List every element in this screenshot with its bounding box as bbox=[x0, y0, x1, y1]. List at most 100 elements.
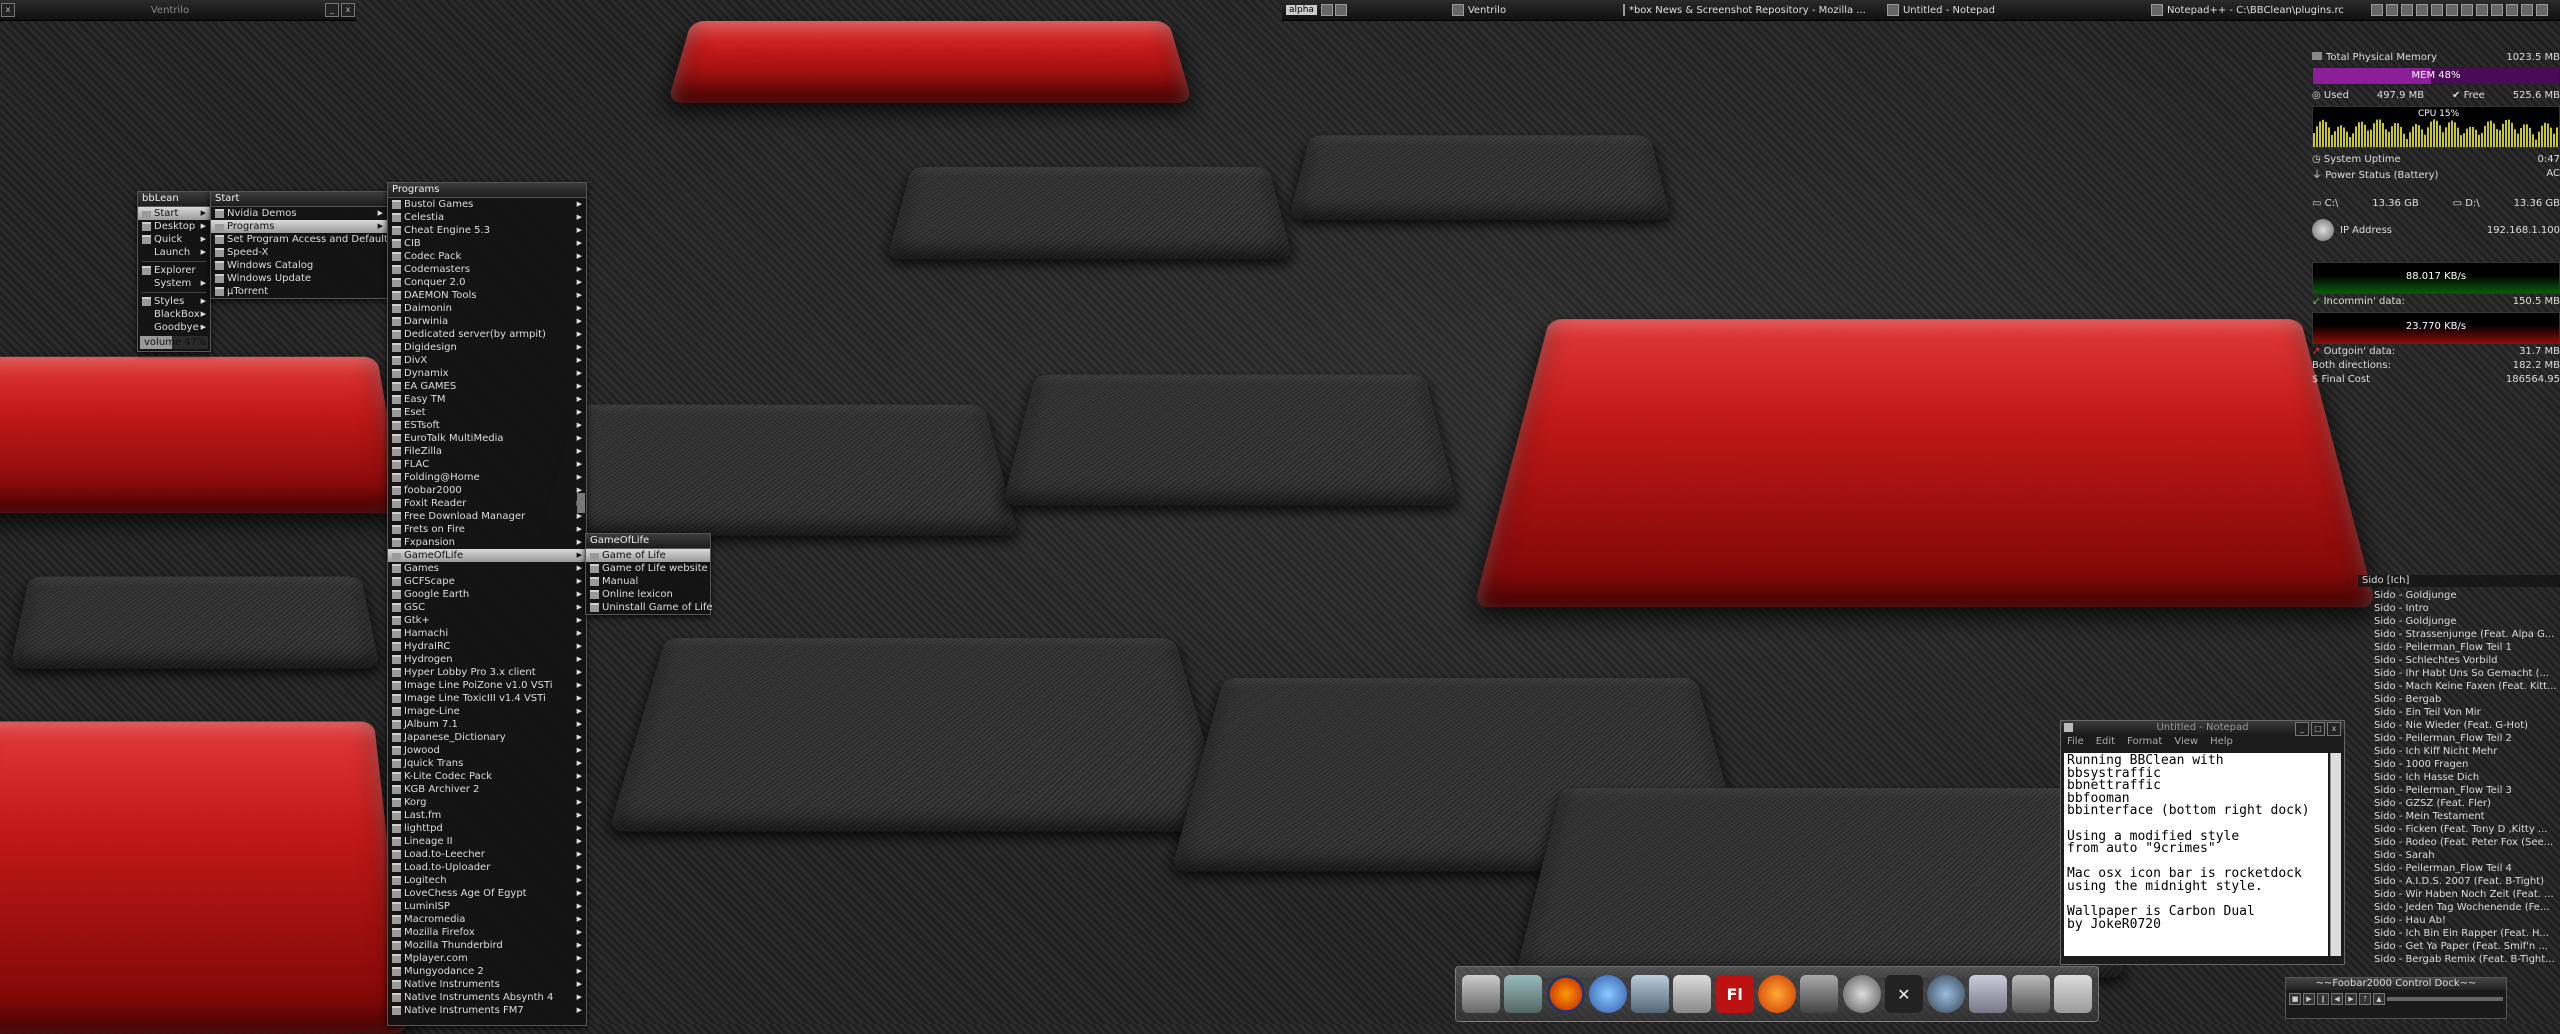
tray-icon[interactable] bbox=[2491, 4, 2503, 16]
playlist-item[interactable]: Sido - Intro bbox=[2358, 602, 2560, 615]
program-folder-item[interactable]: Frets on Fire ▶ bbox=[388, 523, 586, 536]
program-folder-item[interactable]: Dedicated server(by armpit) ▶ bbox=[388, 328, 586, 341]
playlist-item[interactable]: Sido - Jeden Tag Wochenende (Fe... bbox=[2358, 901, 2560, 914]
program-folder-item[interactable]: Google Earth ▶ bbox=[388, 588, 586, 601]
program-folder-item[interactable]: GSC ▶ bbox=[388, 601, 586, 614]
play-icon[interactable]: ▶ bbox=[2303, 993, 2315, 1005]
notepad-scrollbar[interactable] bbox=[2330, 753, 2341, 956]
program-folder-item[interactable]: DivX ▶ bbox=[388, 354, 586, 367]
close-icon[interactable]: x bbox=[1, 3, 15, 17]
playlist-item[interactable]: Sido - Goldjunge bbox=[2358, 615, 2560, 628]
task-notepad[interactable]: Untitled - Notepad bbox=[1875, 4, 2139, 16]
program-folder-item[interactable]: ESTsoft ▶ bbox=[388, 419, 586, 432]
program-folder-item[interactable]: Mozilla Firefox ▶ bbox=[388, 926, 586, 939]
program-folder-item[interactable]: KGB Archiver 2 ▶ bbox=[388, 783, 586, 796]
minimize-icon[interactable]: _ bbox=[2295, 722, 2309, 736]
program-folder-item[interactable]: Load.to-Uploader ▶ bbox=[388, 861, 586, 874]
playlist-item[interactable]: Sido - GZSZ (Feat. Fler) bbox=[2358, 797, 2560, 810]
playlist-item[interactable]: Sido - Goldjunge bbox=[2358, 589, 2560, 602]
program-folder-item[interactable]: GCFScape ▶ bbox=[388, 575, 586, 588]
playlist-item[interactable]: Sido - Ein Teil Von Mir bbox=[2358, 706, 2560, 719]
program-folder-item[interactable]: K-Lite Codec Pack ▶ bbox=[388, 770, 586, 783]
minimize-icon[interactable]: _ bbox=[325, 3, 339, 17]
media-icon[interactable] bbox=[1758, 975, 1796, 1013]
playlist-item[interactable]: Sido - Wir Haben Noch Zeit (Feat. ... bbox=[2358, 888, 2560, 901]
program-folder-item[interactable]: EuroTalk MultiMedia ▶ bbox=[388, 432, 586, 445]
program-folder-item[interactable]: Mozilla Thunderbird ▶ bbox=[388, 939, 586, 952]
x-icon[interactable]: ✕ bbox=[1885, 975, 1923, 1013]
program-folder-item[interactable]: foobar2000 ▶ bbox=[388, 484, 586, 497]
program-folder-item[interactable]: Codemasters ▶ bbox=[388, 263, 586, 276]
playlist-item[interactable]: Sido - A.I.D.S. 2007 (Feat. B-Tight) bbox=[2358, 875, 2560, 888]
pause-icon[interactable]: ‖ bbox=[2317, 993, 2329, 1005]
menu-item-launch[interactable]: Launch ▶ bbox=[138, 246, 210, 259]
playlist-item[interactable]: Sido - Peilerman_Flow Teil 2 bbox=[2358, 732, 2560, 745]
menu-view[interactable]: View bbox=[2174, 735, 2198, 749]
program-folder-item[interactable]: EA GAMES ▶ bbox=[388, 380, 586, 393]
program-folder-item[interactable]: Gtk+ ▶ bbox=[388, 614, 586, 627]
folder-icon[interactable] bbox=[1504, 975, 1542, 1013]
fighter-icon[interactable] bbox=[1800, 975, 1838, 1013]
maximize-icon[interactable]: □ bbox=[2311, 722, 2325, 736]
flash-icon[interactable]: Fl bbox=[1716, 975, 1754, 1013]
editor-icon[interactable] bbox=[1631, 975, 1669, 1013]
close-icon[interactable]: x bbox=[341, 3, 355, 17]
program-folder-item[interactable]: Conquer 2.0 ▶ bbox=[388, 276, 586, 289]
program-folder-item[interactable]: Fxpansion ▶ bbox=[388, 536, 586, 549]
program-folder-item[interactable]: Jquick Trans ▶ bbox=[388, 757, 586, 770]
menu-format[interactable]: Format bbox=[2127, 735, 2162, 749]
playlist-item[interactable]: Sido - Rodeo (Feat. Peter Fox (See... bbox=[2358, 836, 2560, 849]
playlist-item[interactable]: Sido - Ich Hasse Dich bbox=[2358, 771, 2560, 784]
playlist-item[interactable]: Sido - Mein Testament bbox=[2358, 810, 2560, 823]
program-folder-item[interactable]: LoveChess Age Of Egypt ▶ bbox=[388, 887, 586, 900]
program-folder-item[interactable]: Cheat Engine 5.3 ▶ bbox=[388, 224, 586, 237]
paint-icon[interactable] bbox=[1673, 975, 1711, 1013]
playlist-item[interactable]: Sido - Ihr Habt Uns So Gemacht (... bbox=[2358, 667, 2560, 680]
playlist-item[interactable]: Sido - Strassenjunge (Feat. Alpa G... bbox=[2358, 628, 2560, 641]
program-folder-item[interactable]: Dynamix ▶ bbox=[388, 367, 586, 380]
playlist-item[interactable]: Sido - Schlechtes Vorbild bbox=[2358, 654, 2560, 667]
program-folder-item[interactable]: Hamachi ▶ bbox=[388, 627, 586, 640]
ventrilo-titlebar[interactable]: x Ventrilo _ x bbox=[0, 0, 356, 21]
program-folder-item[interactable]: Image-Line ▶ bbox=[388, 705, 586, 718]
program-folder-item[interactable]: Korg ▶ bbox=[388, 796, 586, 809]
program-folder-item[interactable]: Games ▶ bbox=[388, 562, 586, 575]
program-folder-item[interactable]: Celestia ▶ bbox=[388, 211, 586, 224]
playlist-item[interactable]: Sido - Sarah bbox=[2358, 849, 2560, 862]
menu-item-quick[interactable]: Quick ▶ bbox=[138, 233, 210, 246]
program-folder-item[interactable]: Native Instruments FM7 ▶ bbox=[388, 1004, 586, 1017]
playlist-item[interactable]: Sido - Ich Bin Ein Rapper (Feat. H... bbox=[2358, 927, 2560, 940]
gameoflife-item[interactable]: Game of Life website bbox=[586, 562, 710, 575]
program-folder-item[interactable]: Macromedia ▶ bbox=[388, 913, 586, 926]
window-icon[interactable] bbox=[1321, 4, 1333, 16]
playlist-item[interactable]: Sido - Ich Kiff Nicht Mehr bbox=[2358, 745, 2560, 758]
task-notepadpp[interactable]: Notepad++ - C:\BBClean\plugins.rc bbox=[2139, 4, 2363, 16]
menu-item-system[interactable]: System ▶ bbox=[138, 277, 210, 290]
program-folder-item[interactable]: Logitech ▶ bbox=[388, 874, 586, 887]
menu-item-programs[interactable]: Programs ▶ bbox=[211, 220, 387, 233]
program-folder-item[interactable]: Lineage II ▶ bbox=[388, 835, 586, 848]
menu-item-program-access[interactable]: Set Program Access and Defaults bbox=[211, 233, 387, 246]
program-folder-item[interactable]: Bustol Games ▶ bbox=[388, 198, 586, 211]
tray-icon[interactable] bbox=[2461, 4, 2473, 16]
menu-item-start[interactable]: Start ▶ bbox=[138, 207, 210, 220]
menu-file[interactable]: File bbox=[2067, 735, 2084, 749]
program-folder-item[interactable]: Folding@Home ▶ bbox=[388, 471, 586, 484]
playlist-item[interactable]: Sido - Mach Keine Faxen (Feat. Kitt... bbox=[2358, 680, 2560, 693]
program-folder-item[interactable]: Native Instruments ▶ bbox=[388, 978, 586, 991]
trash-icon[interactable] bbox=[2054, 975, 2092, 1013]
menu-item-explorer[interactable]: Explorer bbox=[138, 264, 210, 277]
menu-item-desktop[interactable]: Desktop ▶ bbox=[138, 220, 210, 233]
firefox-icon[interactable] bbox=[1547, 975, 1585, 1013]
program-folder-item[interactable]: Daimonin ▶ bbox=[388, 302, 586, 315]
calculator-icon[interactable] bbox=[1969, 975, 2007, 1013]
volume-slider[interactable] bbox=[2387, 997, 2503, 1001]
tray-icon[interactable] bbox=[2416, 4, 2428, 16]
program-folder-item[interactable]: FLAC ▶ bbox=[388, 458, 586, 471]
playlist-item[interactable]: Sido - Peilerman_Flow Teil 4 bbox=[2358, 862, 2560, 875]
program-folder-item[interactable]: Digidesign ▶ bbox=[388, 341, 586, 354]
program-folder-item[interactable]: JAlbum 7.1 ▶ bbox=[388, 718, 586, 731]
task-ventrilo[interactable]: Ventrilo bbox=[1347, 4, 1611, 16]
program-folder-item[interactable]: DAEMON Tools ▶ bbox=[388, 289, 586, 302]
playlist-item[interactable]: Sido - Bergab bbox=[2358, 693, 2560, 706]
